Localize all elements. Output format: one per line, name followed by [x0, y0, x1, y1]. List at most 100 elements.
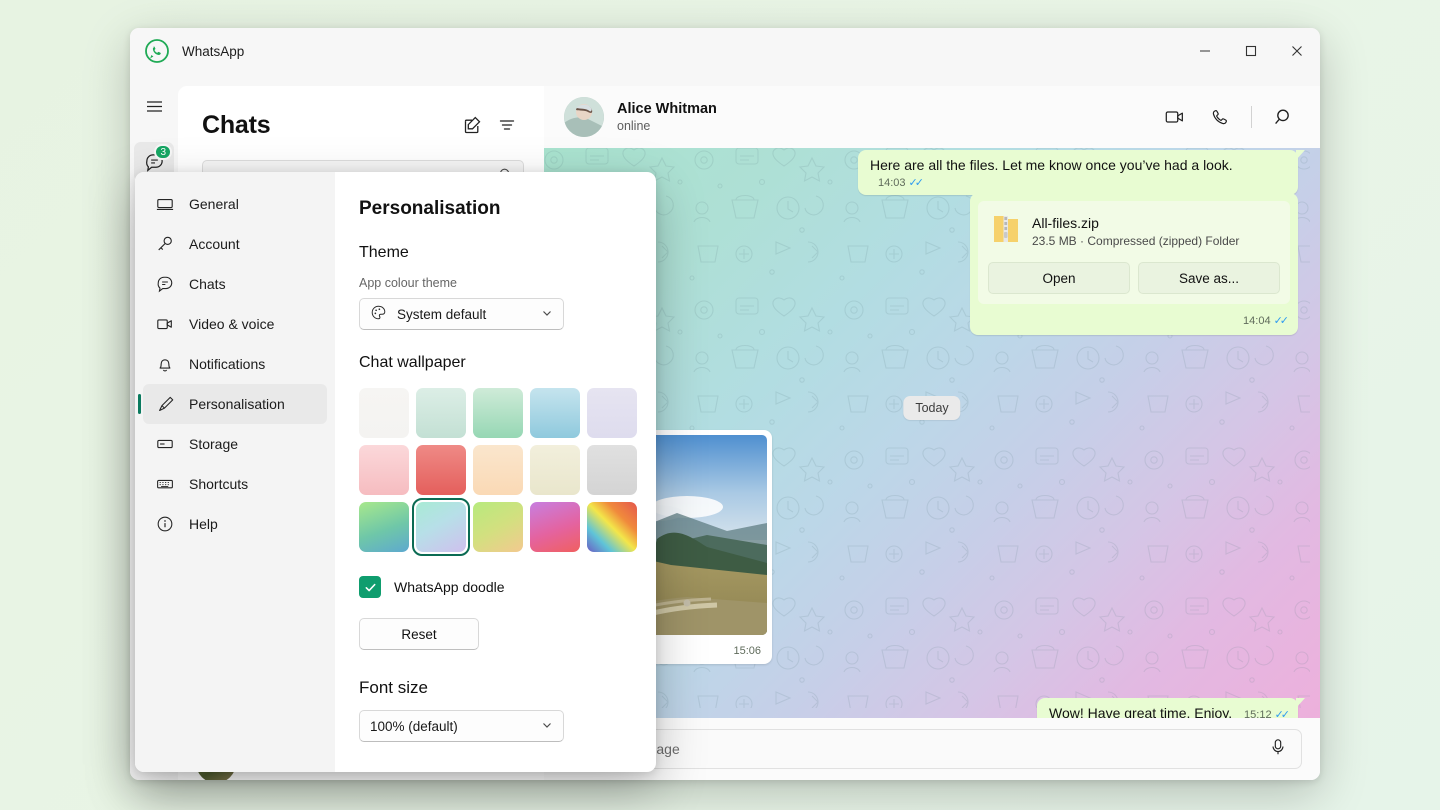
wallpaper-swatch-sw-10[interactable] — [587, 445, 637, 495]
sidebar-item-label: General — [189, 196, 239, 212]
composer-bar: Type a message — [544, 718, 1320, 780]
font-size-section-title: Font size — [359, 678, 628, 698]
message-time: 15:06 — [733, 645, 761, 657]
microphone-icon[interactable] — [1269, 738, 1287, 761]
message-input[interactable]: Type a message — [562, 729, 1302, 769]
reset-button[interactable]: Reset — [359, 618, 479, 650]
read-receipt-icon: ✓✓ — [1274, 314, 1286, 327]
file-name: All-files.zip — [1032, 215, 1239, 231]
wallpaper-swatch-grid — [359, 388, 628, 552]
app-colour-theme-select[interactable]: System default — [359, 298, 564, 330]
wallpaper-swatch-sw-6[interactable] — [359, 445, 409, 495]
bell-icon — [155, 355, 175, 373]
app-title: WhatsApp — [182, 44, 244, 59]
key-icon — [155, 235, 175, 253]
sidebar-item-help[interactable]: Help — [143, 504, 327, 544]
wallpaper-swatch-sw-13[interactable] — [473, 502, 523, 552]
theme-field-label: App colour theme — [359, 276, 628, 290]
chevron-down-icon — [541, 719, 553, 734]
contact-meta: Alice Whitman online — [617, 101, 1157, 133]
compose-new-chat-icon[interactable] — [456, 108, 490, 142]
doodle-label: WhatsApp doodle — [394, 579, 505, 595]
sidebar-item-storage[interactable]: Storage — [143, 424, 327, 464]
sidebar-item-account[interactable]: Account — [143, 224, 327, 264]
chat-list-header: Chats — [178, 86, 544, 150]
wallpaper-swatch-sw-1[interactable] — [359, 388, 409, 438]
sidebar-item-chats[interactable]: Chats — [143, 264, 327, 304]
doodle-toggle-row[interactable]: WhatsApp doodle — [359, 576, 628, 598]
sidebar-item-label: Help — [189, 516, 218, 532]
message-time: 14:03 — [878, 177, 906, 189]
close-button[interactable] — [1274, 28, 1320, 74]
chat-bubble-icon — [155, 275, 175, 293]
wallpaper-swatch-sw-8[interactable] — [473, 445, 523, 495]
font-size-select[interactable]: 100% (default) — [359, 710, 564, 742]
keyboard-icon — [155, 475, 175, 493]
sidebar-item-label: Shortcuts — [189, 476, 248, 492]
conversation-panel: Alice Whitman online — [544, 86, 1320, 780]
filter-chats-icon[interactable] — [490, 108, 524, 142]
message-text: Here are all the files. Let me know once… — [870, 157, 1233, 173]
voice-call-icon[interactable] — [1201, 99, 1237, 135]
wallpaper-swatch-sw-9[interactable] — [530, 445, 580, 495]
chats-unread-badge: 3 — [154, 144, 172, 160]
message-bubble-file: All-files.zip 23.5 MB · Compressed (zipp… — [970, 193, 1298, 335]
window-controls — [1182, 28, 1320, 74]
sidebar-item-label: Notifications — [189, 356, 265, 372]
video-camera-icon — [155, 315, 175, 333]
wallpaper-swatch-sw-4[interactable] — [530, 388, 580, 438]
whatsapp-logo-icon — [142, 36, 172, 66]
wallpaper-swatch-sw-7[interactable] — [416, 445, 466, 495]
conversation-header: Alice Whitman online — [544, 86, 1320, 148]
wallpaper-swatch-sw-5[interactable] — [587, 388, 637, 438]
maximize-button[interactable] — [1228, 28, 1274, 74]
theme-value: System default — [397, 307, 486, 322]
composer-placeholder: Type a message — [577, 741, 1269, 757]
open-file-button[interactable]: Open — [988, 262, 1130, 294]
wallpaper-swatch-sw-15[interactable] — [587, 502, 637, 552]
sidebar-item-shortcuts[interactable]: Shortcuts — [143, 464, 327, 504]
contact-name: Alice Whitman — [617, 101, 1157, 117]
chat-list-title: Chats — [202, 111, 456, 140]
settings-dialog: General Account Chats Video & voice — [135, 172, 656, 772]
message-list: Here are all the files. Let me know once… — [544, 148, 1320, 718]
file-card: All-files.zip 23.5 MB · Compressed (zipp… — [978, 201, 1290, 304]
minimize-button[interactable] — [1182, 28, 1228, 74]
wallpaper-swatch-sw-14[interactable] — [530, 502, 580, 552]
wallpaper-section-title: Chat wallpaper — [359, 354, 628, 372]
palette-icon — [370, 304, 387, 324]
read-receipt-icon: ✓✓ — [1275, 708, 1287, 718]
theme-section-title: Theme — [359, 244, 628, 262]
action-divider — [1251, 106, 1252, 128]
save-as-button[interactable]: Save as... — [1138, 262, 1280, 294]
sidebar-item-notifications[interactable]: Notifications — [143, 344, 327, 384]
contact-avatar[interactable] — [564, 97, 604, 137]
wallpaper-swatch-sw-3[interactable] — [473, 388, 523, 438]
wallpaper-swatch-sw-11[interactable] — [359, 502, 409, 552]
zip-folder-icon — [992, 213, 1020, 250]
contact-presence: online — [617, 119, 1157, 133]
conversation-actions — [1157, 99, 1302, 135]
sidebar-item-general[interactable]: General — [143, 184, 327, 224]
video-call-icon[interactable] — [1157, 99, 1193, 135]
chat-wallpaper: Here are all the files. Let me know once… — [544, 148, 1320, 718]
sidebar-item-label: Video & voice — [189, 316, 274, 332]
sidebar-item-video-voice[interactable]: Video & voice — [143, 304, 327, 344]
paintbrush-icon — [155, 395, 175, 413]
wallpaper-swatch-sw-2[interactable] — [416, 388, 466, 438]
settings-nav: General Account Chats Video & voice — [135, 172, 335, 772]
search-in-chat-icon[interactable] — [1266, 99, 1302, 135]
file-actions: Open Save as... — [978, 262, 1290, 304]
file-meta: 23.5 MB · Compressed (zipped) Folder — [1032, 234, 1239, 248]
wallpaper-swatch-sw-12[interactable] — [416, 502, 466, 552]
settings-content: Personalisation Theme App colour theme S… — [335, 172, 656, 772]
message-bubble-text: Here are all the files. Let me know once… — [858, 150, 1298, 195]
whatsapp-doodle-checkbox[interactable] — [359, 576, 381, 598]
checkmark-icon — [364, 581, 377, 594]
storage-card-icon — [155, 435, 175, 453]
font-size-value: 100% (default) — [370, 719, 458, 734]
hamburger-menu-button[interactable] — [134, 86, 174, 126]
sidebar-item-personalisation[interactable]: Personalisation — [143, 384, 327, 424]
file-message-meta: 14:04 ✓✓ — [978, 304, 1290, 327]
title-bar: WhatsApp — [130, 28, 1320, 74]
